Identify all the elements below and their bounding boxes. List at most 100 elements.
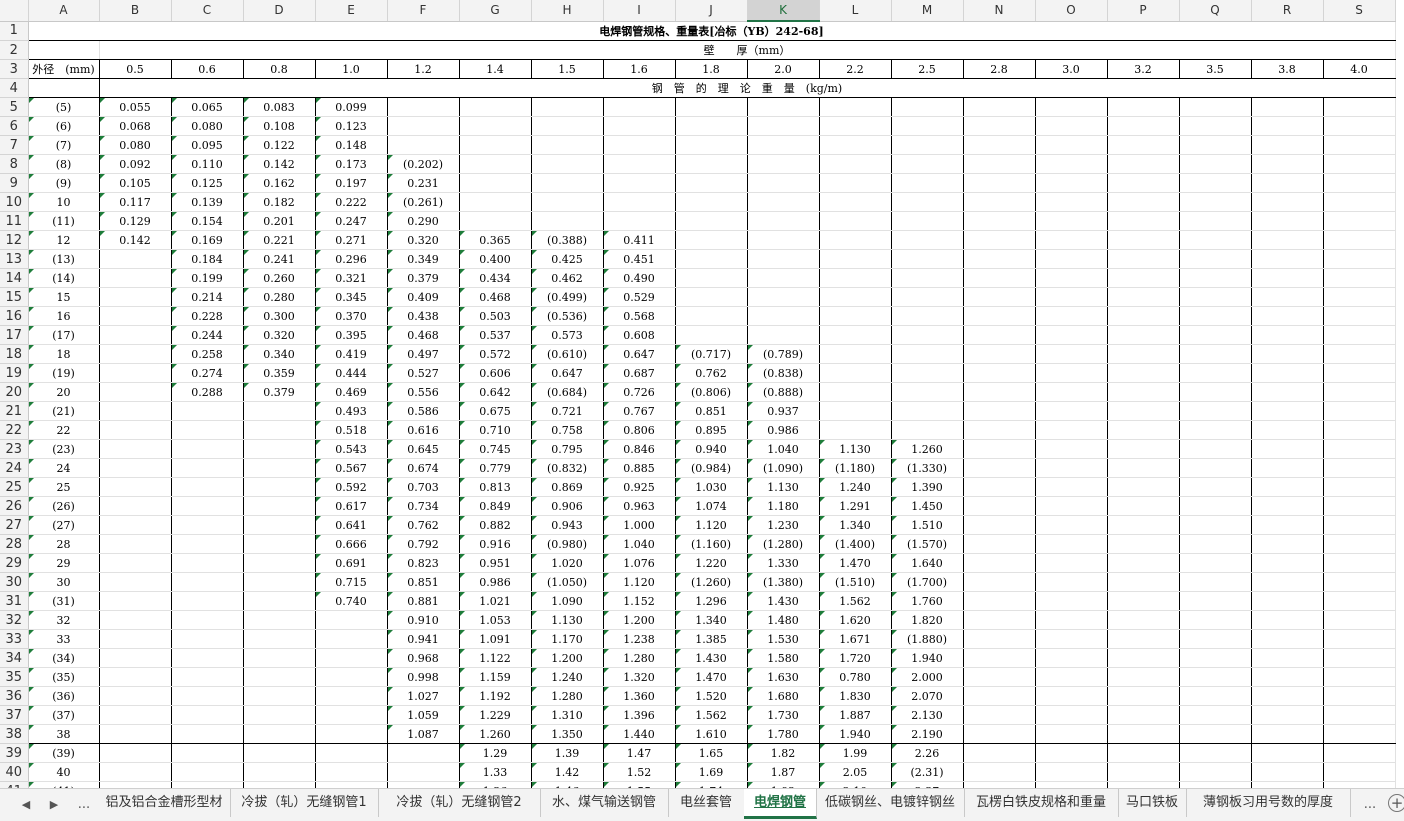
outer-diameter-cell[interactable]: (34) [28, 648, 100, 668]
weight-cell[interactable]: 1.620 [819, 610, 892, 630]
weight-cell[interactable] [1107, 534, 1180, 554]
weight-cell[interactable] [891, 230, 964, 250]
weight-cell[interactable]: (0.806) [675, 382, 748, 402]
weight-cell[interactable] [1107, 173, 1180, 193]
weight-cell[interactable]: 2.190 [891, 724, 964, 744]
weight-cell[interactable] [1323, 724, 1396, 744]
weight-cell[interactable]: 0.142 [243, 154, 316, 174]
outer-diameter-cell[interactable]: 30 [28, 572, 100, 592]
weight-cell[interactable] [1251, 572, 1324, 592]
weight-cell[interactable] [963, 591, 1036, 611]
weight-cell[interactable]: 0.647 [603, 344, 676, 364]
weight-cell[interactable]: 0.645 [387, 439, 460, 459]
weight-cell[interactable]: 0.247 [315, 211, 388, 231]
outer-diameter-cell[interactable]: (7) [28, 135, 100, 155]
weight-cell[interactable] [1107, 344, 1180, 364]
weight-cell[interactable]: 1.240 [819, 477, 892, 497]
weight-cell[interactable] [459, 211, 532, 231]
weight-cell[interactable] [963, 135, 1036, 155]
weight-cell[interactable] [243, 591, 316, 611]
weight-cell[interactable]: 0.280 [243, 287, 316, 307]
weight-cell[interactable] [819, 382, 892, 402]
weight-cell[interactable] [1107, 553, 1180, 573]
weight-cell[interactable] [1323, 762, 1396, 782]
weight-cell[interactable] [963, 363, 1036, 383]
weight-cell[interactable] [243, 401, 316, 421]
weight-cell[interactable]: 0.197 [315, 173, 388, 193]
weight-cell[interactable] [99, 610, 172, 630]
weight-cell[interactable] [99, 515, 172, 535]
weight-cell[interactable] [99, 686, 172, 706]
weight-cell[interactable] [1179, 344, 1252, 364]
weight-cell[interactable]: 0.419 [315, 344, 388, 364]
weight-cell[interactable]: 0.497 [387, 344, 460, 364]
weight-cell[interactable] [675, 268, 748, 288]
weight-cell[interactable]: 0.095 [171, 135, 244, 155]
weight-cell[interactable] [171, 458, 244, 478]
outer-diameter-cell[interactable]: (5) [28, 97, 100, 117]
weight-cell[interactable] [1179, 268, 1252, 288]
weight-cell[interactable]: (1.050) [531, 572, 604, 592]
weight-cell[interactable] [963, 382, 1036, 402]
weight-cell[interactable] [675, 173, 748, 193]
weight-cell[interactable] [243, 572, 316, 592]
weight-cell[interactable]: (1.700) [891, 572, 964, 592]
outer-diameter-cell[interactable]: 25 [28, 477, 100, 497]
weight-cell[interactable] [99, 458, 172, 478]
column-header-c[interactable]: C [171, 0, 244, 22]
row-header[interactable]: 12 [0, 230, 29, 250]
weight-cell[interactable]: 0.674 [387, 458, 460, 478]
weight-cell[interactable]: 0.080 [171, 116, 244, 136]
outer-diameter-cell[interactable]: 29 [28, 553, 100, 573]
column-header-j[interactable]: J [675, 0, 748, 22]
weight-cell[interactable] [1035, 135, 1108, 155]
weight-cell[interactable]: 0.691 [315, 553, 388, 573]
row-header[interactable]: 36 [0, 686, 29, 706]
weight-cell[interactable] [1035, 534, 1108, 554]
weight-cell[interactable] [171, 534, 244, 554]
weight-cell[interactable]: 1.192 [459, 686, 532, 706]
weight-cell[interactable]: 0.762 [387, 515, 460, 535]
row-header[interactable]: 6 [0, 116, 29, 136]
weight-cell[interactable]: 0.647 [531, 363, 604, 383]
weight-cell[interactable]: 1.120 [675, 515, 748, 535]
weight-cell[interactable] [1035, 439, 1108, 459]
weight-cell[interactable] [891, 363, 964, 383]
weight-cell[interactable] [1107, 192, 1180, 212]
weight-cell[interactable] [99, 553, 172, 573]
weight-cell[interactable] [1179, 667, 1252, 687]
weight-cell[interactable] [1107, 572, 1180, 592]
weight-cell[interactable]: (1.380) [747, 572, 820, 592]
weight-cell[interactable]: 0.762 [675, 363, 748, 383]
weight-cell[interactable] [747, 306, 820, 326]
weight-cell[interactable] [1323, 287, 1396, 307]
outer-diameter-cell[interactable]: (9) [28, 173, 100, 193]
weight-cell[interactable]: (0.980) [531, 534, 604, 554]
weight-cell[interactable]: (1.330) [891, 458, 964, 478]
weight-cell[interactable] [1323, 629, 1396, 649]
weight-cell[interactable] [1179, 116, 1252, 136]
sheet-tab[interactable]: 马口铁板 [1118, 789, 1187, 817]
weight-cell[interactable]: 0.359 [243, 363, 316, 383]
row-header[interactable]: 8 [0, 154, 29, 174]
weight-cell[interactable]: 1.240 [531, 667, 604, 687]
weight-cell[interactable]: 0.940 [675, 439, 748, 459]
weight-cell[interactable]: 0.288 [171, 382, 244, 402]
weight-cell[interactable]: 0.068 [99, 116, 172, 136]
outer-diameter-cell[interactable]: (11) [28, 211, 100, 231]
weight-cell[interactable] [1323, 249, 1396, 269]
weight-cell[interactable] [1107, 211, 1180, 231]
weight-cell[interactable]: 0.937 [747, 401, 820, 421]
weight-cell[interactable]: 1.47 [603, 743, 676, 763]
weight-cell[interactable]: 0.642 [459, 382, 532, 402]
weight-cell[interactable]: 1.291 [819, 496, 892, 516]
weight-cell[interactable] [1179, 382, 1252, 402]
weight-cell[interactable] [315, 667, 388, 687]
weight-cell[interactable] [1107, 439, 1180, 459]
weight-cell[interactable] [315, 743, 388, 763]
weight-cell[interactable] [603, 173, 676, 193]
weight-cell[interactable]: 0.885 [603, 458, 676, 478]
weight-cell[interactable] [99, 325, 172, 345]
weight-cell[interactable] [171, 705, 244, 725]
row-header[interactable]: 10 [0, 192, 29, 212]
